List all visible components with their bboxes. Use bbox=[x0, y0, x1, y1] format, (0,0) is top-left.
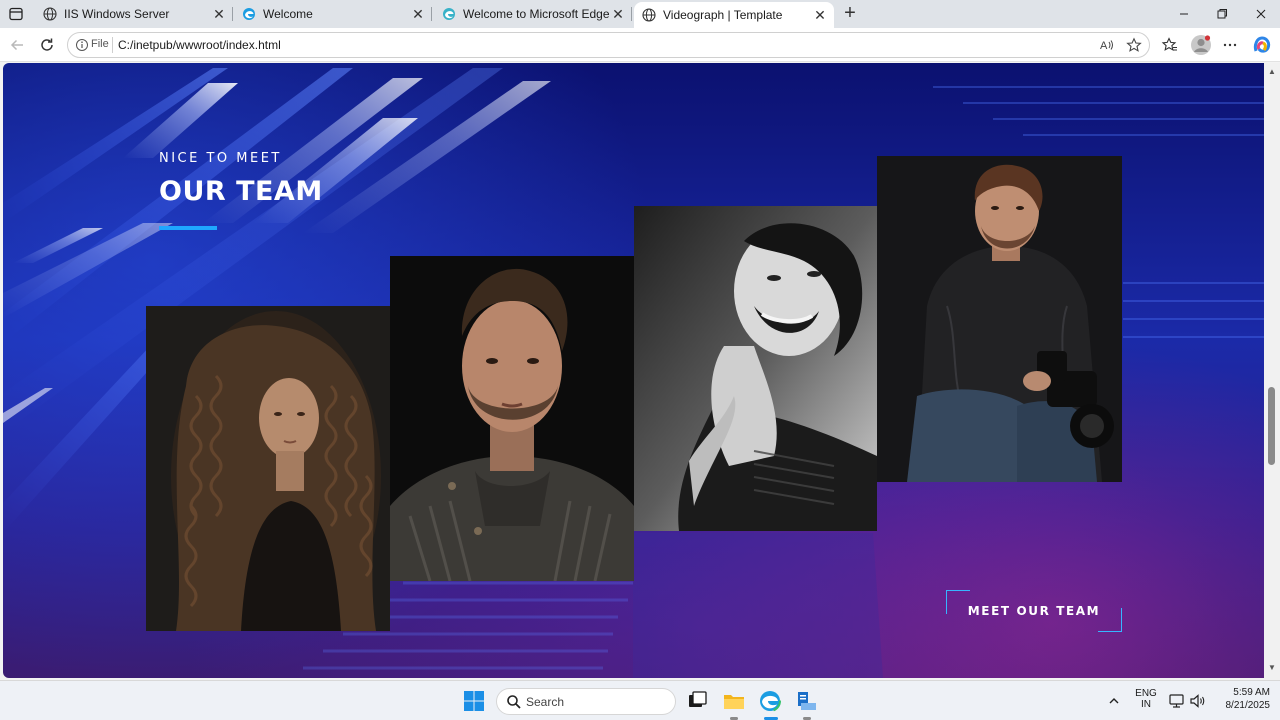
section-title: OUR TEAM bbox=[159, 176, 323, 207]
windows-taskbar: Search ENG IN 5:59 AM 8/21/2025 bbox=[0, 680, 1280, 720]
search-icon bbox=[507, 695, 521, 709]
tab-title: Welcome to Microsoft Edge bbox=[463, 7, 610, 21]
info-icon[interactable] bbox=[75, 38, 89, 52]
team-photo-3[interactable] bbox=[634, 206, 877, 531]
team-section: NICE TO MEET OUR TEAM MEET OUR TEAM bbox=[3, 63, 1264, 678]
meet-our-team-button[interactable]: MEET OUR TEAM bbox=[946, 590, 1122, 632]
restore-button[interactable] bbox=[1213, 5, 1231, 23]
taskbar-search-box[interactable]: Search bbox=[496, 688, 676, 715]
network-icon[interactable] bbox=[1168, 692, 1186, 710]
tab-title: IIS Windows Server bbox=[64, 7, 170, 21]
search-placeholder: Search bbox=[526, 695, 565, 709]
new-tab-button[interactable]: + bbox=[840, 3, 860, 24]
cta-label: MEET OUR TEAM bbox=[967, 604, 1101, 618]
scroll-up-icon[interactable]: ▲ bbox=[1268, 67, 1276, 76]
tab-welcome[interactable]: Welcome ✕ bbox=[234, 2, 432, 26]
restore-icon bbox=[1217, 9, 1227, 19]
close-icon bbox=[1256, 9, 1266, 19]
minimize-icon bbox=[1180, 13, 1188, 15]
url-text[interactable]: C:/inetpub/wwwroot/index.html bbox=[118, 38, 281, 52]
title-accent-rule bbox=[159, 226, 217, 230]
portrait-woman-curly-image bbox=[146, 306, 390, 631]
windows-start-icon[interactable] bbox=[462, 689, 486, 713]
close-window-button[interactable] bbox=[1252, 5, 1270, 23]
chevron-up-icon[interactable] bbox=[1106, 693, 1122, 709]
close-tab-icon[interactable]: ✕ bbox=[211, 6, 227, 22]
browser-toolbar: File C:/inetpub/wwwroot/index.html A bbox=[0, 28, 1280, 62]
section-kicker: NICE TO MEET bbox=[159, 151, 282, 166]
team-photo-4[interactable] bbox=[877, 156, 1122, 482]
globe-icon bbox=[642, 8, 656, 22]
profile-avatar-icon[interactable] bbox=[1190, 34, 1212, 56]
address-divider bbox=[112, 37, 113, 53]
file-explorer-icon[interactable] bbox=[722, 689, 746, 713]
back-arrow-icon[interactable] bbox=[8, 36, 26, 54]
tab-videograph-template[interactable]: Videograph | Template ✕ bbox=[634, 2, 834, 28]
tab-title: Welcome bbox=[263, 7, 313, 21]
scroll-thumb[interactable] bbox=[1268, 387, 1275, 465]
input-language-indicator[interactable]: ENG IN bbox=[1132, 688, 1160, 710]
edge-icon bbox=[243, 8, 255, 20]
tab-welcome-to-edge[interactable]: Welcome to Microsoft Edge ✕ bbox=[434, 2, 632, 26]
tab-iis-windows-server[interactable]: IIS Windows Server ✕ bbox=[35, 2, 233, 26]
close-tab-icon[interactable]: ✕ bbox=[610, 6, 626, 22]
close-tab-icon[interactable]: ✕ bbox=[410, 6, 426, 22]
refresh-icon[interactable] bbox=[38, 36, 56, 54]
address-bar[interactable]: File C:/inetpub/wwwroot/index.html A bbox=[67, 32, 1150, 58]
clock-date: 8/21/2025 bbox=[1225, 700, 1271, 711]
edge-taskbar-icon[interactable] bbox=[758, 689, 782, 713]
tab-actions-icon[interactable] bbox=[8, 6, 24, 22]
scheme-label: File bbox=[91, 38, 109, 50]
portrait-woman-smiling-image bbox=[634, 206, 877, 531]
task-view-icon[interactable] bbox=[685, 689, 709, 713]
favorites-icon[interactable] bbox=[1161, 36, 1179, 54]
scroll-down-icon[interactable]: ▼ bbox=[1268, 663, 1276, 672]
team-photo-2[interactable] bbox=[390, 256, 634, 581]
minimize-button[interactable] bbox=[1175, 5, 1193, 23]
browser-tab-strip: IIS Windows Server ✕ Welcome ✕ Welcome t… bbox=[0, 0, 1280, 28]
portrait-man-sweater-image bbox=[390, 256, 634, 581]
portrait-photographer-image bbox=[877, 156, 1122, 482]
volume-icon[interactable] bbox=[1189, 692, 1207, 710]
tab-title: Videograph | Template bbox=[663, 8, 783, 22]
language-code: ENG bbox=[1135, 688, 1157, 699]
more-options-icon[interactable] bbox=[1221, 36, 1239, 54]
clock[interactable]: 5:59 AM 8/21/2025 bbox=[1212, 687, 1271, 711]
team-photo-1[interactable] bbox=[146, 306, 390, 631]
globe-icon bbox=[43, 7, 57, 21]
server-manager-icon[interactable] bbox=[795, 689, 819, 713]
svg-text:A: A bbox=[1100, 40, 1108, 52]
read-aloud-icon[interactable]: A bbox=[1099, 37, 1115, 53]
edge-icon bbox=[443, 8, 455, 20]
favorite-star-icon[interactable] bbox=[1126, 37, 1142, 53]
language-region: IN bbox=[1141, 699, 1151, 710]
clock-time: 5:59 AM bbox=[1233, 687, 1270, 698]
close-tab-icon[interactable]: ✕ bbox=[812, 7, 828, 23]
page-scrollbar[interactable]: ▲ ▼ bbox=[1264, 63, 1280, 680]
copilot-icon[interactable] bbox=[1252, 35, 1272, 55]
